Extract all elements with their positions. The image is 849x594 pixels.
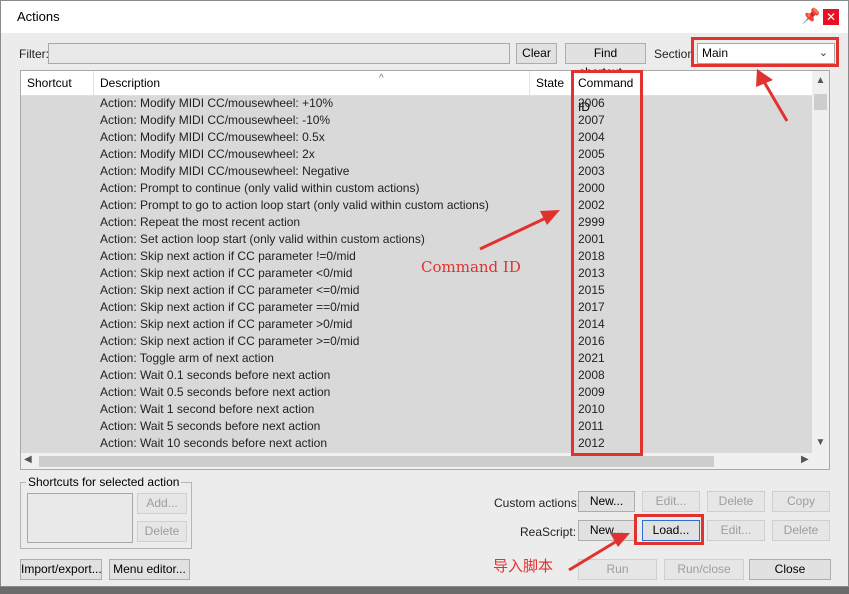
shortcut-list[interactable] xyxy=(27,493,133,543)
shortcuts-group-title: Shortcuts for selected action xyxy=(26,475,182,489)
annotation-command-id-text: Command ID xyxy=(421,258,521,276)
row-description: Action: Skip next action if CC parameter… xyxy=(100,266,353,280)
close-window-icon[interactable]: ✕ xyxy=(823,9,839,25)
column-header-shortcut[interactable]: Shortcut xyxy=(21,71,94,95)
row-description: Action: Toggle arm of next action xyxy=(100,351,274,365)
table-row[interactable]: Action: Modify MIDI CC/mousewheel: Negat… xyxy=(21,163,813,180)
table-row[interactable]: Action: Set action loop start (only vali… xyxy=(21,231,813,248)
table-row[interactable]: Action: Skip next action if CC parameter… xyxy=(21,265,813,282)
row-description: Action: Modify MIDI CC/mousewheel: Negat… xyxy=(100,164,350,178)
table-row[interactable]: Action: Modify MIDI CC/mousewheel: +10% 2… xyxy=(21,95,813,112)
run-button[interactable]: Run xyxy=(578,559,657,580)
custom-actions-label: Custom actions: xyxy=(494,496,581,510)
filter-input[interactable] xyxy=(48,43,510,64)
sort-ascending-icon: ^ xyxy=(379,73,384,84)
annotation-command-id-highlight xyxy=(571,70,643,456)
vertical-scrollbar[interactable]: ▲ ▼ xyxy=(812,71,829,453)
custom-actions-copy-button[interactable]: Copy xyxy=(772,491,830,512)
table-row[interactable]: Action: Skip next action if CC parameter… xyxy=(21,333,813,350)
row-description: Action: Skip next action if CC parameter… xyxy=(100,334,360,348)
actions-window: Actions 📌 ✕ Filter: Clear Find shortcut.… xyxy=(0,0,849,587)
table-row[interactable]: Action: Wait 0.1 seconds before next act… xyxy=(21,367,813,384)
row-description: Action: Skip next action if CC parameter… xyxy=(100,300,360,314)
table-row[interactable]: Action: Wait 5 seconds before next actio… xyxy=(21,418,813,435)
row-description: Action: Prompt to go to action loop star… xyxy=(100,198,489,212)
reascript-new-button[interactable]: New... xyxy=(578,520,635,541)
row-description: Action: Modify MIDI CC/mousewheel: 0.5x xyxy=(100,130,325,144)
row-description: Action: Modify MIDI CC/mousewheel: 2x xyxy=(100,147,315,161)
filter-label: Filter: xyxy=(19,47,49,61)
row-description: Action: Set action loop start (only vali… xyxy=(100,232,425,246)
close-button[interactable]: Close xyxy=(749,559,831,580)
list-header: Shortcut Description ^ State Command ID xyxy=(21,71,813,114)
window-title: Actions xyxy=(17,9,60,24)
table-row[interactable]: Action: Prompt to continue (only valid w… xyxy=(21,180,813,197)
table-row[interactable]: Action: Skip next action if CC parameter… xyxy=(21,282,813,299)
table-row[interactable]: Action: Modify MIDI CC/mousewheel: 2x 200… xyxy=(21,146,813,163)
table-row[interactable]: Action: Toggle arm of next action 2021 xyxy=(21,350,813,367)
row-description: Action: Prompt to continue (only valid w… xyxy=(100,181,420,195)
annotation-section-highlight xyxy=(691,37,839,67)
section-label: Section xyxy=(654,47,695,61)
table-row[interactable]: Action: Modify MIDI CC/mousewheel: 0.5x 2… xyxy=(21,129,813,146)
row-description: Action: Wait 0.1 seconds before next act… xyxy=(100,368,331,382)
row-description: Action: Wait 1 second before next action xyxy=(100,402,315,416)
menu-editor-button[interactable]: Menu editor... xyxy=(109,559,190,580)
pin-icon[interactable]: 📌 xyxy=(801,7,821,27)
table-row[interactable]: Action: Skip next action if CC parameter… xyxy=(21,248,813,265)
row-description: Action: Wait 10 seconds before next acti… xyxy=(100,436,328,450)
row-description: Action: Modify MIDI CC/mousewheel: -10% xyxy=(100,113,331,127)
vertical-scroll-thumb[interactable] xyxy=(814,94,827,110)
horizontal-scrollbar[interactable]: ◀ ▶ xyxy=(21,453,829,469)
horizontal-scroll-thumb[interactable] xyxy=(39,456,714,467)
row-description: Action: Skip next action if CC parameter… xyxy=(100,283,360,297)
table-row[interactable]: Action: Skip next action if CC parameter… xyxy=(21,316,813,333)
custom-actions-delete-button[interactable]: Delete xyxy=(707,491,765,512)
row-description: Action: Wait 5 seconds before next actio… xyxy=(100,419,321,433)
title-bar: Actions 📌 ✕ xyxy=(1,1,848,33)
reascript-label: ReaScript: xyxy=(520,525,577,539)
clear-button[interactable]: Clear xyxy=(516,43,557,64)
custom-actions-new-button[interactable]: New... xyxy=(578,491,635,512)
table-row[interactable]: Action: Skip next action if CC parameter… xyxy=(21,299,813,316)
scroll-up-icon[interactable]: ▲ xyxy=(812,75,829,86)
reascript-delete-button[interactable]: Delete xyxy=(772,520,830,541)
find-shortcut-button[interactable]: Find shortcut... xyxy=(565,43,646,79)
custom-actions-edit-button[interactable]: Edit... xyxy=(642,491,700,512)
scroll-left-icon[interactable]: ◀ xyxy=(24,454,32,465)
row-description: Action: Skip next action if CC parameter… xyxy=(100,317,353,331)
list-rows: Action: Modify MIDI CC/mousewheel: +10% 2… xyxy=(21,95,813,452)
annotation-load-highlight xyxy=(634,514,704,545)
import-export-button[interactable]: Import/export... xyxy=(20,559,102,580)
column-header-description[interactable]: Description ^ xyxy=(94,71,530,95)
table-row[interactable]: Action: Modify MIDI CC/mousewheel: -10% 2… xyxy=(21,112,813,129)
table-row[interactable]: Action: Repeat the most recent action 299… xyxy=(21,214,813,231)
annotation-load-script-text: 导入脚本 xyxy=(493,557,554,575)
row-description: Action: Wait 0.5 seconds before next act… xyxy=(100,385,331,399)
shortcuts-group: Shortcuts for selected action Add... Del… xyxy=(20,475,192,549)
row-description: Action: Modify MIDI CC/mousewheel: +10% xyxy=(100,96,334,110)
reascript-edit-button[interactable]: Edit... xyxy=(707,520,765,541)
table-row[interactable]: Action: Prompt to go to action loop star… xyxy=(21,197,813,214)
delete-shortcut-button[interactable]: Delete xyxy=(137,521,187,542)
run-close-button[interactable]: Run/close xyxy=(664,559,744,580)
table-row[interactable]: Action: Wait 1 second before next action… xyxy=(21,401,813,418)
row-description: Action: Skip next action if CC parameter… xyxy=(100,249,356,263)
table-row[interactable]: Action: Wait 10 seconds before next acti… xyxy=(21,435,813,452)
column-header-state[interactable]: State xyxy=(530,71,572,95)
table-row[interactable]: Action: Wait 0.5 seconds before next act… xyxy=(21,384,813,401)
scroll-down-icon[interactable]: ▼ xyxy=(812,437,829,448)
add-shortcut-button[interactable]: Add... xyxy=(137,493,187,514)
scroll-right-icon[interactable]: ▶ xyxy=(801,454,809,465)
row-description: Action: Repeat the most recent action xyxy=(100,215,301,229)
